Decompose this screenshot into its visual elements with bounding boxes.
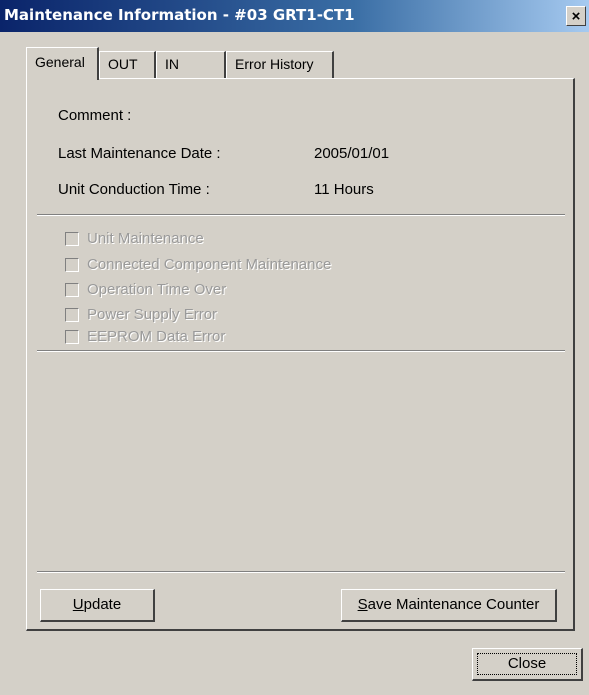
- power-supply-error-label: Power Supply Error: [87, 306, 218, 323]
- general-tab-panel: Comment : Last Maintenance Date : 2005/0…: [26, 78, 575, 631]
- close-window-button[interactable]: ×: [566, 6, 586, 26]
- window-title: Maintenance Information - #03 GRT1-CT1: [4, 6, 355, 24]
- save-maintenance-counter-button[interactable]: Save Maintenance Counter: [341, 589, 557, 622]
- connected-component-maintenance-label: Connected Component Maintenance: [87, 256, 332, 273]
- focus-rectangle: [477, 653, 577, 675]
- comment-label: Comment :: [58, 107, 132, 124]
- operation-time-over-label: Operation Time Over: [87, 281, 227, 298]
- tab-out[interactable]: OUT: [99, 51, 156, 78]
- tab-general[interactable]: General: [26, 47, 99, 80]
- separator-top: [37, 214, 565, 216]
- unit-maintenance-checkbox[interactable]: [65, 232, 79, 246]
- power-supply-error-checkbox[interactable]: [65, 308, 79, 322]
- operation-time-over-checkbox[interactable]: [65, 283, 79, 297]
- maintenance-dialog: Maintenance Information - #03 GRT1-CT1 ×…: [0, 0, 589, 695]
- connected-component-maintenance-checkbox[interactable]: [65, 258, 79, 272]
- tab-error-history[interactable]: Error History: [226, 51, 334, 78]
- unit-conduction-time-value: 11 Hours: [314, 181, 374, 198]
- last-maintenance-date-value: 2005/01/01: [314, 145, 390, 162]
- unit-maintenance-label: Unit Maintenance: [87, 230, 204, 247]
- save-mnemonic: S: [357, 596, 368, 613]
- tab-in[interactable]: IN: [156, 51, 226, 78]
- save-label: ave Maintenance Counter: [367, 596, 540, 613]
- update-label: pdate: [83, 596, 122, 613]
- separator-middle: [37, 350, 565, 352]
- update-mnemonic: U: [72, 596, 84, 613]
- eeprom-data-error-label: EEPROM Data Error: [87, 328, 226, 345]
- title-bar: Maintenance Information - #03 GRT1-CT1 ×: [0, 0, 589, 32]
- unit-conduction-time-label: Unit Conduction Time :: [58, 181, 210, 198]
- update-button[interactable]: Update: [40, 589, 155, 622]
- last-maintenance-date-label: Last Maintenance Date :: [58, 145, 221, 162]
- eeprom-data-error-checkbox[interactable]: [65, 330, 79, 344]
- separator-bottom: [37, 571, 565, 573]
- close-button[interactable]: Close: [472, 648, 583, 681]
